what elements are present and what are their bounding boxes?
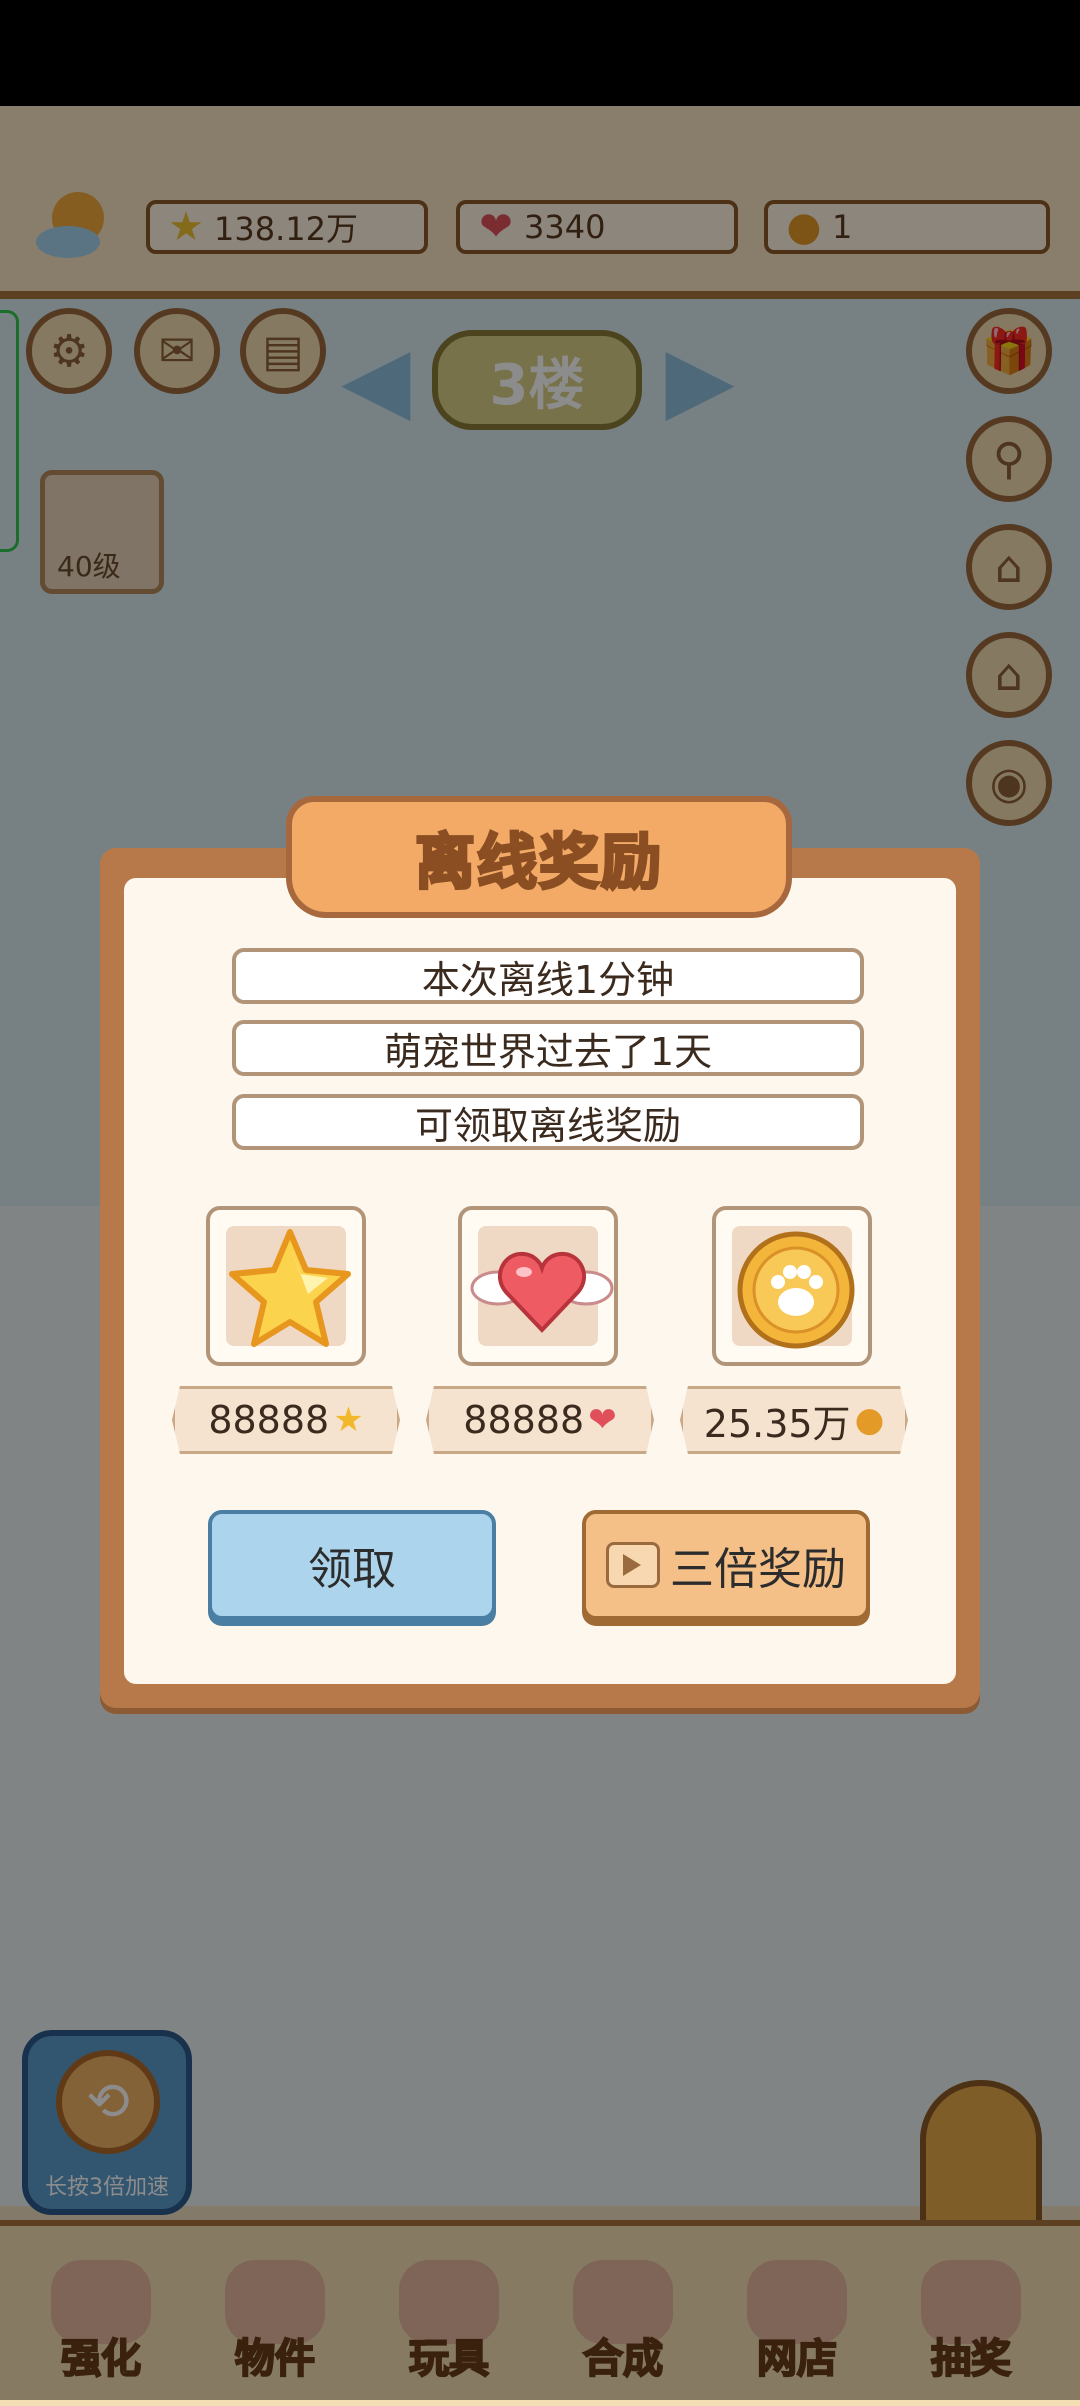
world-time-text: 萌宠世界过去了1天 <box>232 1020 864 1076</box>
claim-button[interactable]: 领取 <box>208 1510 496 1620</box>
claimable-text: 可领取离线奖励 <box>232 1094 864 1150</box>
reward-star-amount: 88888 ★ <box>172 1386 400 1454</box>
paw-coin-icon: ● <box>854 1400 885 1440</box>
reward-coin-box <box>712 1206 872 1366</box>
paw-coin-icon <box>737 1231 855 1349</box>
winged-heart-icon: ❤ <box>588 1400 617 1440</box>
offline-duration-text: 本次离线1分钟 <box>232 948 864 1004</box>
reward-heart-amount: 88888 ❤ <box>426 1386 654 1454</box>
dialog-title: 离线奖励 <box>414 826 663 899</box>
star-icon: ★ <box>333 1400 364 1440</box>
dialog-title-banner: 离线奖励 <box>286 796 792 918</box>
video-ad-icon <box>606 1542 660 1588</box>
reward-heart-box <box>458 1206 618 1366</box>
reward-coin-amount: 25.35万 ● <box>680 1386 908 1454</box>
winged-heart-icon <box>470 1251 614 1333</box>
reward-star-box <box>206 1206 366 1366</box>
triple-reward-button[interactable]: 三倍奖励 <box>582 1510 870 1620</box>
star-icon <box>229 1229 351 1347</box>
